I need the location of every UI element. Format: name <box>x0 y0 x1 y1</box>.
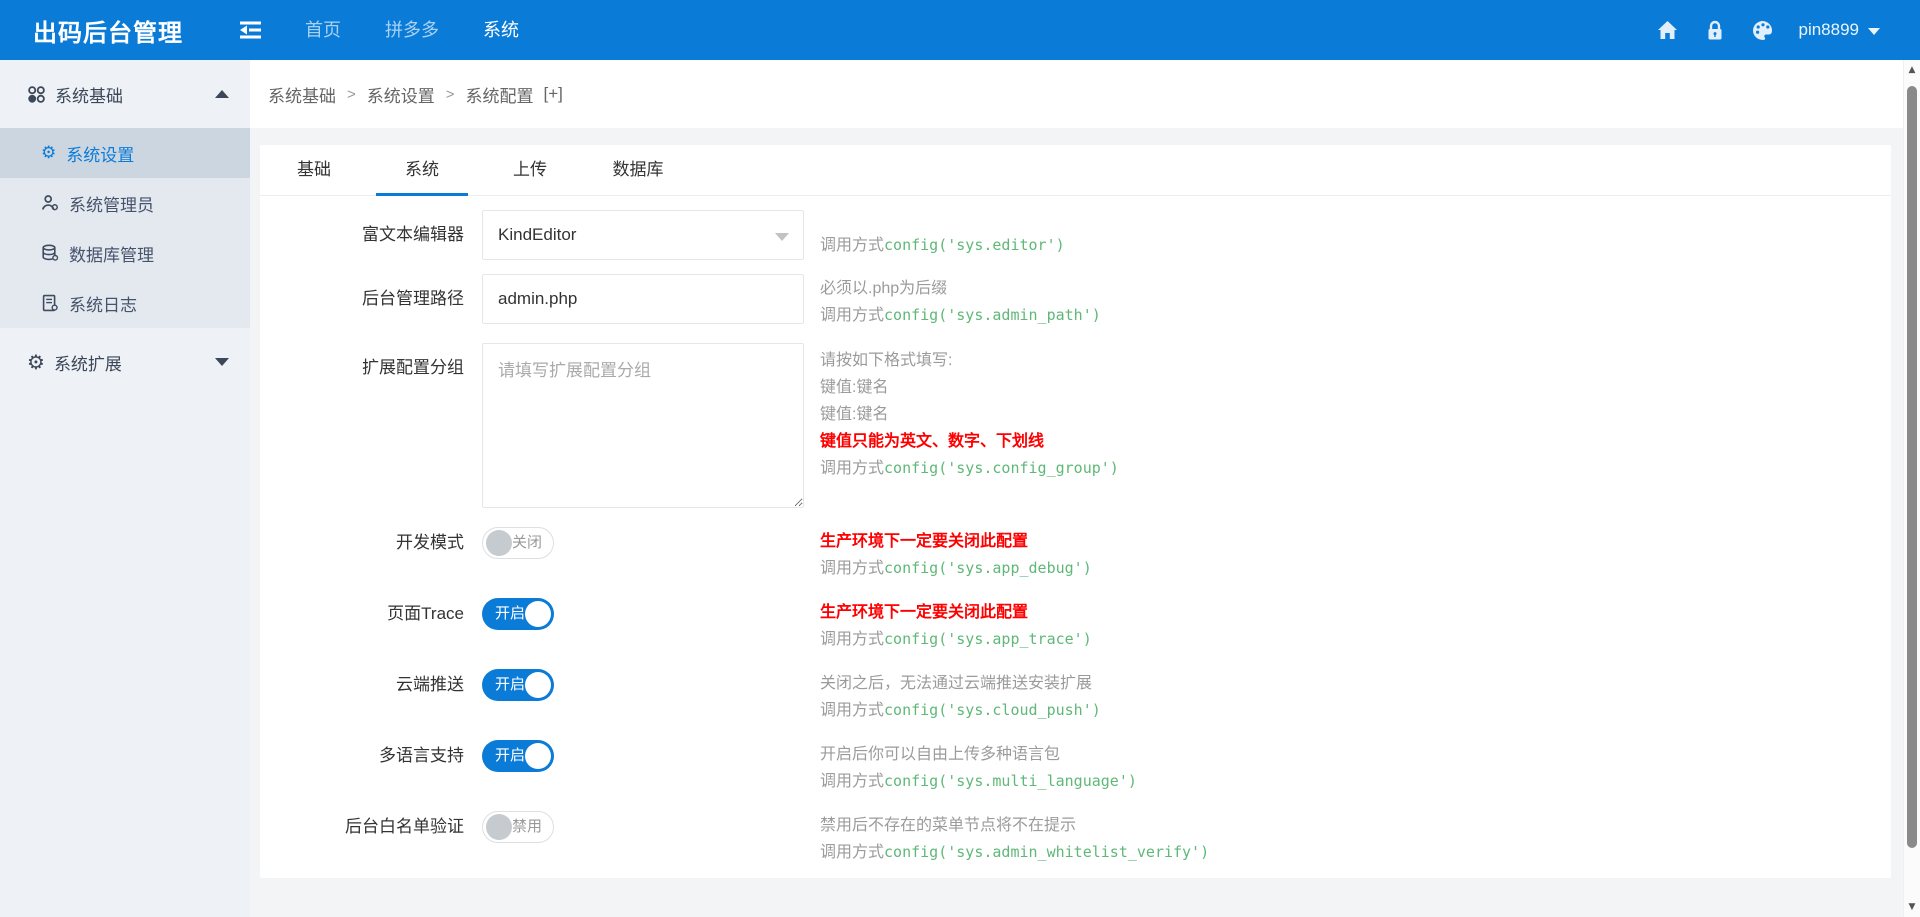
page-trace-toggle[interactable]: 开启 <box>482 598 554 630</box>
field-hints: 开启后你可以自由上传多种语言包 调用方式config('sys.multi_la… <box>820 746 1137 790</box>
editor-select-value: KindEditor <box>498 225 577 244</box>
toggle-knob <box>486 530 512 556</box>
sidebar-item-label: 系统设置 <box>66 145 135 165</box>
field-label: 多语言支持 <box>379 746 464 765</box>
field-label: 云端推送 <box>396 675 464 694</box>
user-menu[interactable]: pin8899 <box>1798 20 1880 40</box>
breadcrumb-item[interactable]: 系统配置 <box>466 82 534 107</box>
sidebar-item-system-settings[interactable]: ⚙ 系统设置 <box>0 128 250 178</box>
sidebar-item-system-admins[interactable]: 系统管理员 <box>0 178 250 228</box>
scrollbar-down-arrow[interactable]: ▼ <box>1904 902 1920 912</box>
gear-icon: ⚙ <box>27 350 45 374</box>
sidebar-group-system-extend[interactable]: ⚙ 系统扩展 <box>0 328 250 396</box>
chevron-down-icon <box>1868 27 1880 35</box>
form-row-cloud-push: 云端推送 开启 关闭之后，无法通过云端推送安装扩展 调用方式config('sy… <box>260 669 1891 724</box>
tab-database[interactable]: 数据库 <box>584 145 692 195</box>
scrollbar[interactable]: ▲ ▼ <box>1903 60 1920 917</box>
settings-panel: 基础 系统 上传 数据库 富文本编辑器 KindEditor 调用方式confi… <box>260 145 1891 878</box>
sidebar-item-database-manage[interactable]: 数据库管理 <box>0 228 250 278</box>
field-hints: 调用方式config('sys.editor') <box>820 236 1065 254</box>
field-hints: 关闭之后，无法通过云端推送安装扩展 调用方式config('sys.cloud_… <box>820 675 1101 719</box>
field-label: 页面Trace <box>387 604 464 623</box>
form-row-editor: 富文本编辑器 KindEditor 调用方式config('sys.editor… <box>260 210 1891 260</box>
sidebar-submenu: ⚙ 系统设置 系统管理员 数据库管理 系统日志 <box>0 128 250 328</box>
top-menu-pinduoduo[interactable]: 拼多多 <box>363 0 461 60</box>
top-navbar: 出码后台管理 首页 拼多多 系统 pin8899 <box>0 0 1920 60</box>
config-group-textarea[interactable] <box>482 343 804 508</box>
sidebar-group-label: 系统扩展 <box>53 354 122 374</box>
toggle-knob <box>486 814 512 840</box>
home-icon[interactable] <box>1656 19 1678 41</box>
field-hints: 生产环境下一定要关闭此配置 调用方式config('sys.app_debug'… <box>820 533 1092 577</box>
toggle-state-label: 关闭 <box>511 534 542 551</box>
lock-icon[interactable] <box>1704 19 1726 41</box>
scrollbar-up-arrow[interactable]: ▲ <box>1904 65 1920 75</box>
sidebar-item-label: 数据库管理 <box>69 245 154 265</box>
top-menu: 首页 拼多多 系统 <box>283 0 541 60</box>
dev-mode-toggle[interactable]: 关闭 <box>482 527 554 559</box>
tab-system[interactable]: 系统 <box>368 145 476 196</box>
database-icon <box>41 244 59 262</box>
field-label: 后台白名单验证 <box>345 817 464 836</box>
toggle-state-label: 开启 <box>495 676 526 693</box>
toggle-knob <box>525 743 551 769</box>
toggle-knob <box>525 601 551 627</box>
tab-basic[interactable]: 基础 <box>260 145 368 195</box>
field-hints: 禁用后不存在的菜单节点将不在提示 调用方式config('sys.admin_w… <box>820 817 1210 861</box>
editor-select[interactable]: KindEditor <box>482 210 804 260</box>
top-menu-system[interactable]: 系统 <box>461 0 541 60</box>
form-row-admin-path: 后台管理路径 必须以.php为后缀 调用方式config('sys.admin_… <box>260 274 1891 329</box>
form-row-multi-language: 多语言支持 开启 开启后你可以自由上传多种语言包 调用方式config('sys… <box>260 740 1891 795</box>
username: pin8899 <box>1798 20 1859 39</box>
gear-icon: ⚙ <box>41 142 57 163</box>
navbar-right: pin8899 <box>1630 19 1920 41</box>
admin-path-input[interactable] <box>482 274 804 324</box>
field-hints: 生产环境下一定要关闭此配置 调用方式config('sys.app_trace'… <box>820 604 1092 648</box>
field-label: 开发模式 <box>396 533 464 552</box>
form-row-dev-mode: 开发模式 关闭 生产环境下一定要关闭此配置 调用方式config('sys.ap… <box>260 527 1891 582</box>
chevron-down-icon <box>215 358 229 366</box>
form-row-config-group: 扩展配置分组 请按如下格式填写: 键值:键名 键值:键名 键值只能为英文、数字、… <box>260 343 1891 513</box>
field-label: 后台管理路径 <box>362 289 464 308</box>
form-row-admin-whitelist: 后台白名单验证 禁用 禁用后不存在的菜单节点将不在提示 调用方式config('… <box>260 811 1891 866</box>
sidebar-item-system-logs[interactable]: 系统日志 <box>0 278 250 328</box>
system-config-form: 富文本编辑器 KindEditor 调用方式config('sys.editor… <box>260 196 1891 878</box>
log-document-icon <box>41 294 59 312</box>
breadcrumb-item[interactable]: 系统基础 <box>268 82 336 107</box>
app-title: 出码后台管理 <box>33 19 183 47</box>
toggle-state-label: 开启 <box>495 605 526 622</box>
field-label: 富文本编辑器 <box>362 225 464 244</box>
cloud-push-toggle[interactable]: 开启 <box>482 669 554 701</box>
form-row-page-trace: 页面Trace 开启 生产环境下一定要关闭此配置 调用方式config('sys… <box>260 598 1891 653</box>
breadcrumb-separator: > <box>445 85 455 103</box>
app-grid-icon <box>27 85 46 104</box>
admin-user-icon <box>41 194 59 212</box>
sidebar-group-label: 系统基础 <box>55 86 123 106</box>
scrollbar-thumb[interactable] <box>1907 86 1917 848</box>
multi-language-toggle[interactable]: 开启 <box>482 740 554 772</box>
breadcrumb: 系统基础 > 系统设置 > 系统配置 [+] <box>250 60 1903 128</box>
theme-palette-icon[interactable] <box>1752 19 1774 41</box>
field-hints: 请按如下格式填写: 键值:键名 键值:键名 键值只能为英文、数字、下划线 调用方… <box>820 352 1119 477</box>
field-hints: 必须以.php为后缀 调用方式config('sys.admin_path') <box>820 280 1101 324</box>
main-content: 系统基础 > 系统设置 > 系统配置 [+] 基础 系统 上传 数据库 富文本编… <box>250 60 1903 917</box>
toggle-state-label: 开启 <box>495 747 526 764</box>
chevron-up-icon <box>215 90 229 98</box>
sidebar-item-label: 系统日志 <box>69 295 137 315</box>
breadcrumb-item[interactable]: 系统设置 <box>367 82 435 107</box>
sidebar-item-label: 系统管理员 <box>69 195 154 215</box>
toggle-knob <box>525 672 551 698</box>
toggle-state-label: 禁用 <box>511 818 542 835</box>
sidebar-group-system-base[interactable]: 系统基础 <box>0 60 250 128</box>
top-menu-home[interactable]: 首页 <box>283 0 363 60</box>
tab-upload[interactable]: 上传 <box>476 145 584 195</box>
settings-tabs: 基础 系统 上传 数据库 <box>260 145 1891 196</box>
sidebar: 系统基础 ⚙ 系统设置 系统管理员 数据库管理 系统日志 ⚙ 系统扩展 <box>0 60 250 917</box>
admin-whitelist-toggle[interactable]: 禁用 <box>482 811 554 843</box>
field-label: 扩展配置分组 <box>362 358 464 377</box>
sidebar-collapse-icon[interactable] <box>235 15 265 45</box>
breadcrumb-add-suffix[interactable]: [+] <box>544 84 563 104</box>
chevron-down-icon <box>775 233 789 241</box>
breadcrumb-separator: > <box>347 85 356 103</box>
